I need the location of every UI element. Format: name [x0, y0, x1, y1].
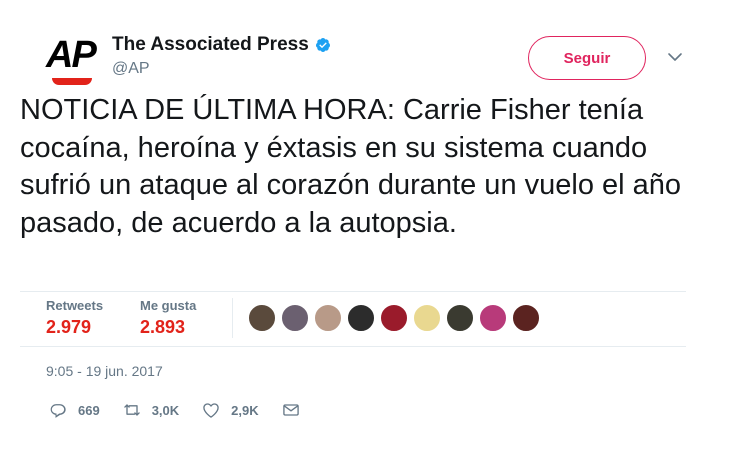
- retweets-value: 2.979: [46, 317, 92, 337]
- avatar-7[interactable]: [446, 304, 474, 332]
- envelope-icon: [282, 404, 299, 416]
- heart-icon: [203, 403, 219, 418]
- likes-value: 2.893: [140, 317, 186, 337]
- avatar-8[interactable]: [479, 304, 507, 332]
- direct-message-action[interactable]: [281, 400, 301, 420]
- logo-bar: [52, 78, 92, 85]
- retweet-count: 3,0K: [151, 402, 180, 418]
- like-count: 2,9K: [231, 402, 259, 418]
- divider-middle: [20, 346, 686, 347]
- liker-avatars: [248, 304, 545, 332]
- avatar-6[interactable]: [413, 304, 441, 332]
- tweet-timestamp[interactable]: 9:05 - 19 jun. 2017: [46, 363, 163, 379]
- avatar-4[interactable]: [347, 304, 375, 332]
- retweet-icon: [123, 404, 140, 416]
- retweets-label: Retweets: [46, 298, 104, 313]
- tweet-actions: 669 3,0K 2,9K: [48, 400, 323, 420]
- tweet-text: NOTICIA DE ÚLTIMA HORA: Carrie Fisher te…: [20, 94, 682, 239]
- account-handle[interactable]: @AP: [112, 60, 150, 78]
- like-action[interactable]: 2,9K: [201, 400, 259, 420]
- verified-badge-icon: [315, 38, 330, 52]
- avatar-2[interactable]: [281, 304, 309, 332]
- follow-button[interactable]: Seguir: [528, 36, 646, 80]
- account-name[interactable]: The Associated Press: [112, 34, 309, 56]
- reply-action[interactable]: 669: [48, 400, 100, 420]
- reply-count: 669: [78, 402, 100, 418]
- divider-top: [20, 291, 686, 292]
- avatar-9[interactable]: [512, 304, 540, 332]
- logo-text: AP: [46, 34, 97, 76]
- reply-icon: [50, 404, 66, 418]
- chevron-down-icon[interactable]: [666, 50, 684, 64]
- ap-logo[interactable]: AP: [44, 34, 104, 90]
- avatar-1[interactable]: [248, 304, 276, 332]
- account-name-row[interactable]: The Associated Press: [112, 34, 331, 56]
- retweet-action[interactable]: 3,0K: [122, 400, 179, 420]
- likes-label: Me gusta: [140, 298, 197, 313]
- likes-stat[interactable]: Me gusta 2.893: [140, 298, 196, 338]
- avatar-5[interactable]: [380, 304, 408, 332]
- avatar-3[interactable]: [314, 304, 342, 332]
- stats-separator: [232, 298, 233, 338]
- retweets-stat[interactable]: Retweets 2.979: [46, 298, 103, 338]
